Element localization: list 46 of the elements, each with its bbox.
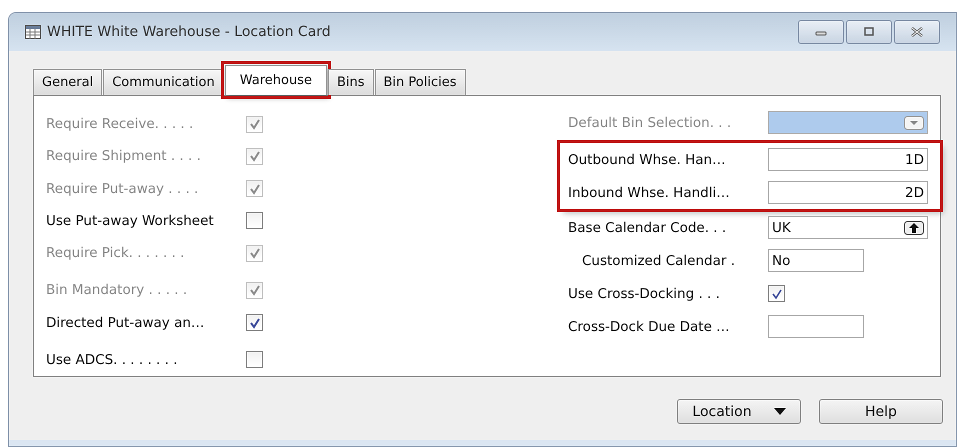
dropdown-field[interactable] <box>768 111 928 134</box>
checkbox[interactable] <box>246 351 263 368</box>
checkmark-icon <box>248 316 260 329</box>
field-label: Require Shipment . . . . <box>46 148 202 164</box>
close-button[interactable] <box>894 20 940 44</box>
checkmark-icon <box>770 288 782 300</box>
field-label: Customized Calendar . <box>581 252 736 268</box>
input-field[interactable] <box>768 315 864 338</box>
field-label: Directed Put-away an… <box>46 314 206 331</box>
help-button[interactable]: Help <box>819 399 943 424</box>
checkbox[interactable] <box>246 314 263 332</box>
field-label: Require Put-away . . . . <box>46 180 200 197</box>
close-icon <box>909 26 925 38</box>
input-field[interactable]: UK <box>768 216 928 239</box>
caret-icon <box>774 408 786 416</box>
field-label: Cross-Dock Due Date … <box>568 318 731 334</box>
checkmark-icon <box>248 150 260 162</box>
tab[interactable]: Bins <box>328 69 374 95</box>
checkmark-icon <box>248 118 260 130</box>
input-field[interactable]: 2D <box>768 181 928 204</box>
input-field[interactable]: No <box>768 249 864 272</box>
tab[interactable]: General <box>33 69 102 95</box>
window-title: WHITE White Warehouse - Location Card <box>47 24 331 40</box>
tab[interactable]: Bin Policies <box>374 69 466 95</box>
checkmark-icon <box>248 247 260 260</box>
table-icon <box>25 25 41 39</box>
maximize-icon <box>862 26 876 38</box>
field-label: Require Pick. . . . . . . <box>46 245 186 262</box>
tab[interactable]: Communication <box>103 69 224 95</box>
maximize-button[interactable] <box>846 20 892 44</box>
checkbox[interactable] <box>768 285 785 302</box>
input-field[interactable]: 1D <box>768 148 928 171</box>
field-label: Bin Mandatory . . . . . <box>46 282 188 298</box>
field-label: Default Bin Selection. . . <box>568 114 732 130</box>
menu-button[interactable]: Location <box>677 399 801 424</box>
minimize-button[interactable] <box>798 20 844 44</box>
field-label: Use ADCS. . . . . . . . <box>46 352 179 368</box>
field-label: Use Cross-Docking . . . <box>568 286 721 302</box>
field-label: Outbound Whse. Han… <box>568 152 727 168</box>
field-label: Inbound Whse. Handli… <box>568 184 731 200</box>
field-label: Base Calendar Code. . . <box>568 220 728 236</box>
checkmark-icon <box>248 284 260 296</box>
field-label: Use Put-away Worksheet <box>46 212 215 229</box>
checkmark-icon <box>248 182 260 195</box>
checkbox[interactable] <box>246 212 263 230</box>
field-label: Require Receive. . . . . <box>46 116 194 132</box>
